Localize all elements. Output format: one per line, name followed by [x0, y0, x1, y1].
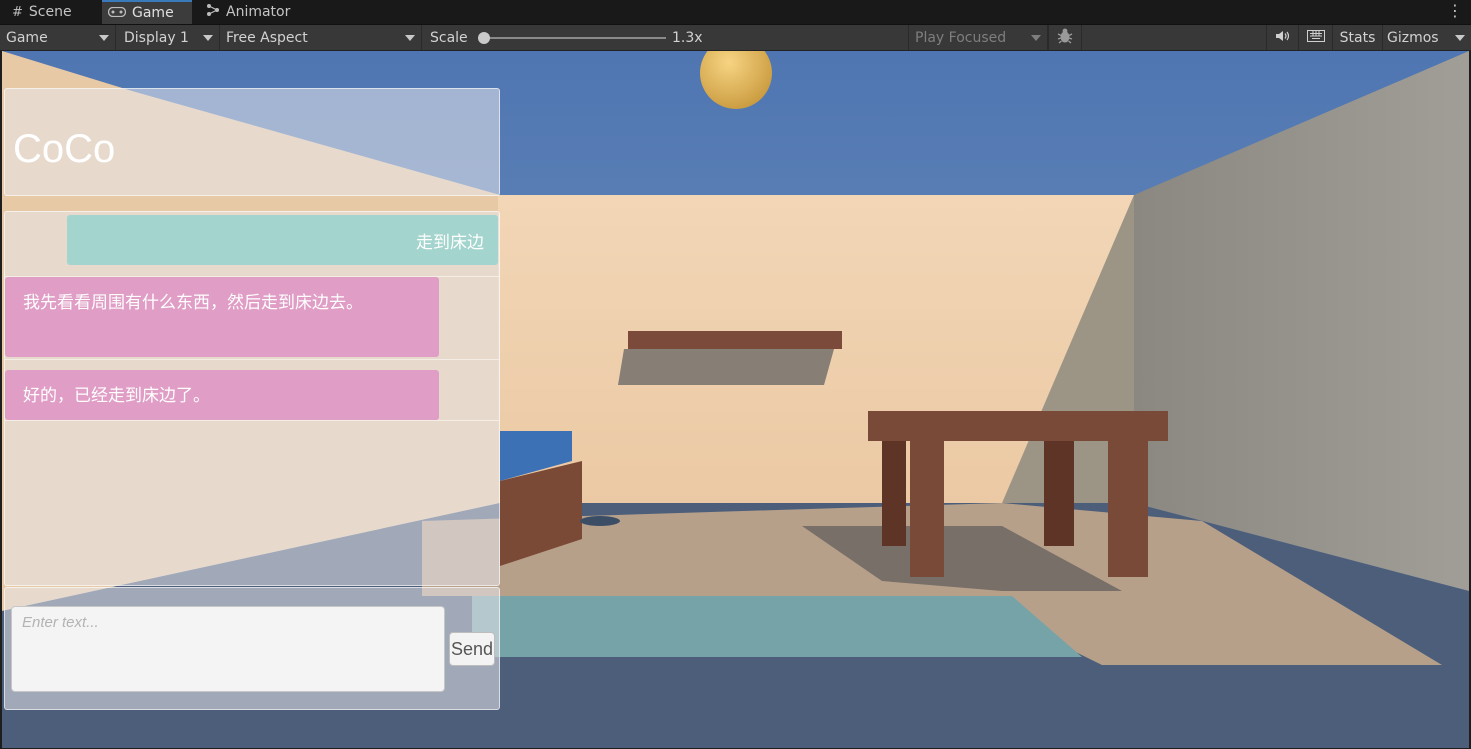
chevron-down-icon [99, 34, 109, 41]
speaker-icon [1275, 29, 1291, 47]
game-view-toolbar: Game Display 1 Free Aspect Scale 1.3x Pl… [0, 25, 1471, 51]
grid-icon: # [12, 4, 23, 20]
debug-toggle[interactable] [1048, 25, 1082, 50]
message-text-field[interactable] [20, 613, 444, 632]
tab-game[interactable]: Game [102, 0, 192, 24]
assistant-message-bubble: 我先看看周围有什么东西，然后走到床边去。 [5, 277, 439, 357]
message-row: 我先看看周围有什么东西，然后走到床边去。 [5, 276, 499, 360]
bug-icon [1056, 27, 1074, 49]
tab-scene-label: Scene [28, 4, 72, 20]
gizmos-label: Gizmos [1387, 29, 1439, 46]
tab-game-label: Game [132, 5, 174, 21]
tab-scene[interactable]: # Scene [6, 0, 78, 24]
scale-value: 1.3x [672, 29, 703, 46]
play-focused-label: Play Focused [915, 29, 1007, 46]
chat-messages-panel[interactable]: 走到床边 我先看看周围有什么东西，然后走到床边去。 好的，已经走到床边了。 [4, 211, 500, 586]
gamepad-icon [107, 5, 127, 21]
scale-label: Scale [430, 29, 468, 46]
view-mode-dropdown[interactable]: Game [0, 25, 116, 50]
send-button[interactable]: Send [449, 632, 495, 666]
chevron-down-icon [203, 34, 213, 41]
keyboard-icon [1306, 29, 1325, 46]
chevron-down-icon [405, 34, 415, 41]
chevron-down-icon [1031, 34, 1041, 41]
editor-tab-bar: # Scene Game Animator ⋮ [0, 0, 1471, 25]
chevron-down-icon [1455, 34, 1465, 41]
chat-title: CoCo [13, 127, 116, 171]
scale-slider-handle[interactable] [478, 32, 490, 44]
assistant-message-bubble: 好的，已经走到床边了。 [5, 370, 439, 420]
stats-label: Stats [1339, 29, 1376, 46]
message-row: 好的，已经走到床边了。 [5, 370, 499, 421]
view-mode-label: Game [6, 29, 48, 46]
user-message-bubble: 走到床边 [67, 215, 498, 265]
display-dropdown[interactable]: Display 1 [118, 25, 220, 50]
more-options-icon[interactable]: ⋮ [1447, 2, 1463, 20]
message-input[interactable] [11, 606, 445, 692]
aspect-label: Free Aspect [226, 29, 308, 46]
mute-audio-toggle[interactable] [1266, 25, 1298, 50]
stats-toggle[interactable]: Stats [1332, 25, 1382, 50]
tab-animator-label: Animator [226, 4, 291, 20]
chat-title-panel: CoCo [4, 88, 500, 196]
message-row: 走到床边 [5, 214, 499, 266]
display-label: Display 1 [124, 29, 189, 46]
scale-slider-track[interactable] [484, 37, 666, 39]
gizmos-dropdown[interactable]: Gizmos [1382, 25, 1471, 50]
animator-icon [206, 3, 220, 21]
chat-input-panel: Send [4, 587, 500, 710]
keyboard-shortcuts-toggle[interactable] [1298, 25, 1332, 50]
tab-animator[interactable]: Animator [200, 0, 296, 24]
aspect-dropdown[interactable]: Free Aspect [220, 25, 422, 50]
play-focused-dropdown[interactable]: Play Focused [908, 25, 1048, 50]
game-viewport[interactable]: CoCo 走到床边 我先看看周围有什么东西，然后走到床边去。 好的，已经走到床边… [2, 51, 1469, 748]
